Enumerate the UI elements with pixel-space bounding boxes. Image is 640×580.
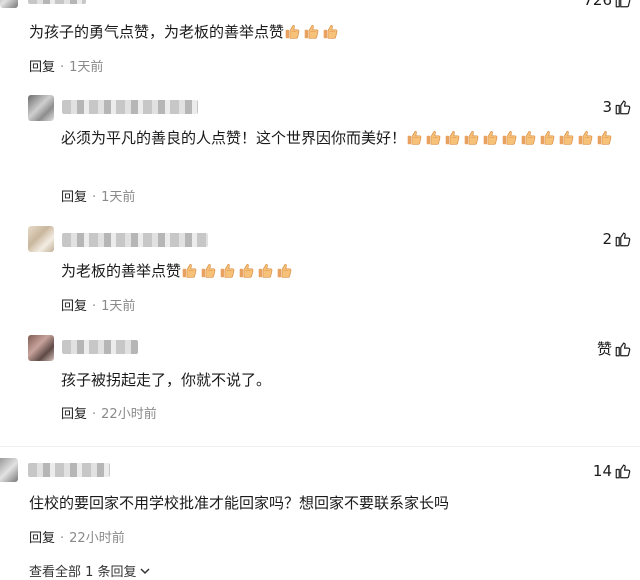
thumbs-up-emoji — [501, 127, 518, 155]
like-count: 14 — [592, 462, 612, 480]
thumbs-up-emoji — [425, 127, 442, 155]
comment-meta: 回复 · 22小时前 — [61, 407, 157, 422]
thumbs-up-emoji — [181, 260, 198, 288]
thumbs-up-emoji — [520, 127, 537, 155]
thumbs-up-icon — [615, 232, 631, 247]
thumbs-up-emoji — [276, 260, 293, 288]
thumbs-up-icon — [615, 464, 631, 479]
thumbs-up-emoji — [219, 260, 236, 288]
thumbs-up-emoji — [558, 127, 575, 155]
avatar[interactable] — [0, 0, 18, 8]
username-blurred[interactable] — [28, 0, 86, 4]
avatar[interactable] — [28, 335, 54, 361]
thumbs-up-icon — [615, 100, 631, 115]
reply-button[interactable]: 回复 — [29, 531, 55, 546]
thumbs-up-emoji — [238, 260, 255, 288]
reply-button[interactable]: 回复 — [61, 407, 87, 422]
reply-button[interactable]: 回复 — [29, 60, 55, 75]
comment-time: 22小时前 — [101, 407, 157, 422]
avatar[interactable] — [28, 226, 54, 252]
thumbs-up-emoji — [577, 127, 594, 155]
avatar[interactable] — [28, 95, 54, 121]
like-button[interactable]: 726 — [583, 0, 632, 9]
thumbs-up-emoji — [322, 21, 339, 49]
thumbs-up-emoji — [257, 260, 274, 288]
comment-text: 为孩子的勇气点赞，为老板的善举点赞 — [29, 18, 341, 49]
thumbs-up-emoji — [200, 260, 217, 288]
comment-time: 1天前 — [101, 299, 136, 314]
comment-text: 孩子被拐起走了，你就不说了。 — [61, 371, 272, 389]
username-blurred[interactable] — [62, 340, 138, 354]
like-count: 3 — [602, 98, 612, 116]
username-blurred[interactable] — [62, 100, 198, 114]
thumbs-up-emoji — [406, 127, 423, 155]
like-button[interactable]: 14 — [593, 462, 632, 480]
comment-text: 必须为平凡的善良的人点赞！这个世界因你而美好！ — [61, 124, 631, 155]
view-all-replies-label: 查看全部 1 条回复 — [29, 565, 137, 580]
thumbs-up-icon — [615, 0, 631, 8]
thumbs-up-emoji — [482, 127, 499, 155]
username-blurred[interactable] — [28, 463, 110, 477]
thumbs-up-emoji-group — [284, 23, 341, 41]
username-blurred[interactable] — [62, 233, 208, 247]
thumbs-up-emoji — [444, 127, 461, 155]
comment-time: 22小时前 — [69, 531, 125, 546]
comment-meta: 回复 · 1天前 — [61, 299, 136, 314]
like-button[interactable]: 2 — [602, 230, 632, 248]
chevron-down-icon — [140, 567, 150, 574]
like-count: 726 — [583, 0, 612, 9]
like-label: 赞 — [596, 340, 612, 358]
thumbs-up-emoji — [539, 127, 556, 155]
thumbs-up-emoji — [596, 127, 613, 155]
view-all-replies-link[interactable]: 查看全部 1 条回复 — [29, 561, 151, 580]
thumbs-up-emoji — [303, 21, 320, 49]
comment-time: 1天前 — [69, 60, 104, 75]
comment-text: 为老板的善举点赞 — [61, 257, 295, 288]
comment-meta: 回复 · 22小时前 — [29, 531, 125, 546]
reply-button[interactable]: 回复 — [61, 190, 87, 205]
thumbs-up-icon — [615, 341, 631, 356]
comment-time: 1天前 — [101, 190, 136, 205]
like-button[interactable]: 3 — [602, 98, 632, 116]
reply-button[interactable]: 回复 — [61, 299, 87, 314]
like-count: 2 — [602, 230, 612, 248]
divider — [0, 446, 640, 447]
comment-text: 住校的要回家不用学校批准才能回家吗？想回家不要联系家长吗 — [29, 494, 450, 512]
thumbs-up-emoji — [463, 127, 480, 155]
avatar[interactable] — [0, 458, 18, 482]
thumbs-up-emoji-group — [406, 129, 615, 147]
thumbs-up-emoji-group — [181, 262, 295, 280]
comment-meta: 回复 · 1天前 — [61, 190, 136, 205]
comment-meta: 回复 · 1天前 — [29, 60, 104, 75]
thumbs-up-emoji — [284, 21, 301, 49]
like-button[interactable]: 赞 — [597, 338, 632, 359]
